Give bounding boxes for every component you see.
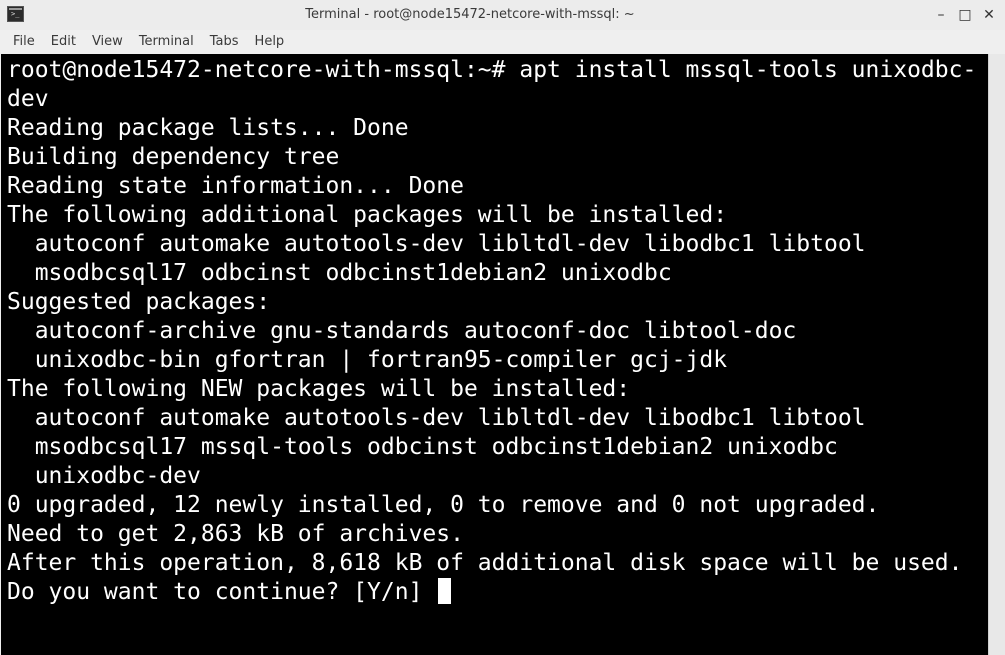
vertical-scrollbar[interactable] [988, 54, 1005, 655]
menu-file[interactable]: File [5, 31, 43, 53]
terminal-line: The following additional packages will b… [7, 202, 728, 228]
window-title: Terminal - root@node15472-netcore-with-m… [305, 7, 635, 22]
continue-prompt: Do you want to continue? [Y/n] [7, 579, 437, 605]
menu-tabs[interactable]: Tabs [202, 31, 247, 53]
terminal-line: autoconf automake autotools-dev libltdl-… [7, 231, 866, 257]
title-bar[interactable]: >_ Terminal - root@node15472-netcore-wit… [0, 0, 1005, 30]
terminal-line: msodbcsql17 odbcinst odbcinst1debian2 un… [7, 260, 672, 286]
terminal-line: root@node15472-netcore-with-mssql:~# apt… [7, 57, 977, 83]
terminal-window: >_ Terminal - root@node15472-netcore-wit… [0, 0, 1005, 655]
menu-view[interactable]: View [84, 31, 131, 53]
terminal-line: The following NEW packages will be insta… [7, 376, 631, 402]
terminal-line: Reading state information... Done [7, 173, 464, 199]
menu-terminal[interactable]: Terminal [131, 31, 202, 53]
terminal-line: Reading package lists... Done [7, 115, 409, 141]
terminal-line: msodbcsql17 mssql-tools odbcinst odbcins… [7, 434, 838, 460]
terminal-line: unixodbc-dev [7, 463, 201, 489]
minimize-button[interactable]: – [929, 5, 953, 25]
terminal-line: unixodbc-bin gfortran | fortran95-compil… [7, 347, 728, 373]
terminal-line: Need to get 2,863 kB of archives. [7, 521, 464, 547]
window-controls: – □ ✕ [929, 5, 1001, 25]
text-cursor [438, 578, 452, 604]
close-button[interactable]: ✕ [977, 5, 1001, 25]
terminal-line: Building dependency tree [7, 144, 340, 170]
terminal-output-area[interactable]: root@node15472-netcore-with-mssql:~# apt… [1, 54, 988, 655]
terminal-prompt-line[interactable]: Do you want to continue? [Y/n] [7, 578, 976, 607]
menu-help[interactable]: Help [247, 31, 293, 53]
terminal-line: dev [7, 86, 49, 112]
terminal-line: autoconf automake autotools-dev libltdl-… [7, 405, 866, 431]
menu-bar: File Edit View Terminal Tabs Help [0, 30, 1005, 54]
maximize-button[interactable]: □ [953, 5, 977, 25]
terminal-line: After this operation, 8,618 kB of additi… [7, 550, 963, 576]
terminal-line: autoconf-archive gnu-standards autoconf-… [7, 318, 797, 344]
menu-edit[interactable]: Edit [43, 31, 84, 53]
terminal-lines: root@node15472-netcore-with-mssql:~# apt… [7, 56, 976, 607]
terminal-line: 0 upgraded, 12 newly installed, 0 to rem… [7, 492, 880, 518]
terminal-line: Suggested packages: [7, 289, 271, 315]
